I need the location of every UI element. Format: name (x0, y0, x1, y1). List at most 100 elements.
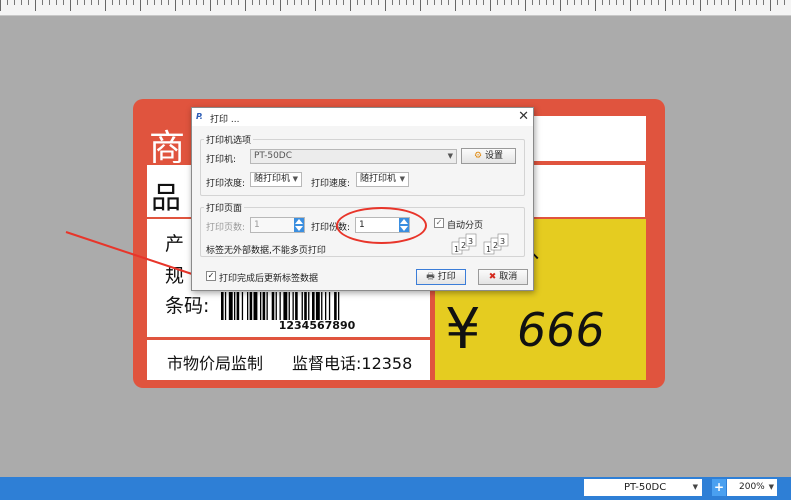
barcode-bar (228, 292, 233, 320)
horizontal-ruler (0, 0, 791, 16)
ruler-tick (35, 0, 36, 11)
barcode-bar (234, 292, 236, 320)
ruler-tick (700, 0, 701, 11)
barcode-bar (249, 292, 253, 320)
ruler-tick (105, 0, 106, 11)
cancel-button[interactable]: ✖ 取消 (478, 269, 528, 285)
pages-spinner-value: 1 (254, 220, 260, 230)
settings-button-label: 设置 (485, 151, 504, 161)
close-icon: ✖ (488, 272, 497, 282)
barcode[interactable] (221, 292, 413, 320)
ruler-tick (245, 0, 246, 11)
collate-digit-1b: 1 (486, 245, 491, 254)
ruler-tick (770, 0, 771, 11)
ruler-tick (735, 0, 736, 11)
ruler-tick (490, 0, 491, 11)
statusbar-printer-select[interactable]: PT-50DC ▼ (584, 479, 702, 496)
cancel-button-label: 取消 (499, 272, 518, 282)
ruler-tick (595, 0, 596, 11)
barcode-bar (221, 292, 224, 320)
pages-spinner[interactable]: 1 (250, 217, 305, 233)
collate-pages-icon: 1 2 3 1 2 3 (451, 233, 509, 255)
barcode-bar (304, 292, 307, 320)
print-button-label: 打印 (437, 272, 456, 282)
ruler-tick (630, 0, 631, 11)
copies-highlight-ellipse (336, 207, 427, 244)
printer-select[interactable]: PT-50DC ▼ (250, 149, 457, 164)
currency-symbol: ¥ (445, 297, 481, 362)
barcode-bar (262, 292, 266, 320)
collate-digit-2b: 2 (493, 241, 498, 250)
barcode-bar (292, 292, 294, 320)
spinner-arrows-icon[interactable] (294, 218, 304, 232)
ruler-tick (210, 0, 211, 11)
printer-icon: 🖶 (426, 272, 435, 282)
status-bar: PT-50DC ▼ + 200% ▼ (0, 477, 791, 500)
chevron-down-icon: ▼ (768, 483, 774, 491)
ruler-tick (175, 0, 176, 11)
update-after-print-checkbox[interactable]: ✓ (206, 271, 216, 281)
ruler-tick (455, 0, 456, 11)
density-select-value: 随打印机 (254, 174, 291, 184)
barcode-bar (328, 292, 331, 320)
zoom-select[interactable]: 200% ▼ (727, 479, 777, 496)
barcode-bar (312, 292, 315, 320)
density-select[interactable]: 随打印机 ▼ (250, 172, 302, 187)
speed-label: 打印速度: (311, 179, 351, 189)
auto-collate-label: 自动分页 (447, 221, 484, 231)
speed-select[interactable]: 随打印机 ▼ (356, 172, 409, 187)
barcode-bar (247, 292, 249, 320)
ruler-tick (70, 0, 71, 11)
chevron-down-icon: ▼ (292, 175, 298, 183)
label-top-right-cell[interactable] (531, 116, 646, 161)
ruler-tick (350, 0, 351, 11)
barcode-bar (260, 292, 262, 320)
printer-options-legend: 打印机选项 (204, 133, 254, 146)
ruler-tick (0, 0, 1, 11)
gear-icon: ⚙ (473, 151, 483, 161)
label-footer-cell[interactable]: 市物价局监制 监督电话:12358 (147, 340, 430, 380)
speed-select-value: 随打印机 (360, 174, 397, 184)
update-after-print-label: 打印完成后更新标签数据 (219, 274, 319, 284)
collate-digit-3b: 3 (500, 237, 505, 246)
app-logo-icon: P. (196, 112, 203, 121)
ruler-tick (140, 0, 141, 11)
barcode-bar (253, 292, 258, 320)
footer-phone-text: 监督电话:12358 (292, 354, 413, 373)
close-icon[interactable]: ✕ (518, 109, 529, 124)
no-external-data-note: 标签无外部数据,不能多页打印 (206, 246, 326, 256)
settings-button[interactable]: ⚙ 设置 (461, 148, 516, 164)
barcode-bar (266, 292, 268, 320)
auto-collate-checkbox[interactable]: ✓ (434, 218, 444, 228)
ruler-tick (385, 0, 386, 11)
collate-digit-2a: 2 (461, 241, 466, 250)
pages-label: 打印页数: (206, 223, 246, 233)
statusbar-printer-value: PT-50DC (624, 482, 667, 493)
price-corner-mark: 、 (531, 239, 554, 264)
barcode-bar (295, 292, 298, 320)
price-value: 666 (517, 303, 605, 357)
print-dialog[interactable]: P. 打印 ... ✕ 打印机选项 打印机: PT-50DC ▼ ⚙ 设置 打印浓… (191, 107, 534, 291)
printer-select-value: PT-50DC (254, 151, 293, 161)
dialog-title: 打印 ... (210, 115, 240, 125)
ruler-tick (665, 0, 666, 11)
collate-digit-3a: 3 (468, 237, 473, 246)
barcode-bar (301, 292, 303, 320)
barcode-bar (271, 292, 275, 320)
zoom-in-button[interactable]: + (712, 479, 726, 496)
barcode-bar (315, 292, 320, 320)
ruler-tick (560, 0, 561, 11)
barcode-bar (308, 292, 310, 320)
chevron-down-icon: ▼ (692, 483, 698, 491)
barcode-bar (224, 292, 227, 320)
dialog-titlebar[interactable]: P. 打印 ... ✕ (192, 108, 533, 126)
ruler-tick (420, 0, 421, 11)
printer-label: 打印机: (206, 155, 237, 165)
barcode-bar (241, 292, 244, 320)
footer-supervisor-text: 市物价局监制 (167, 354, 264, 373)
barcode-number: 1234567890 (278, 319, 356, 332)
zoom-value: 200% (739, 482, 765, 492)
density-label: 打印浓度: (206, 179, 246, 189)
barcode-bar (275, 292, 277, 320)
print-button[interactable]: 🖶 打印 (416, 269, 466, 285)
